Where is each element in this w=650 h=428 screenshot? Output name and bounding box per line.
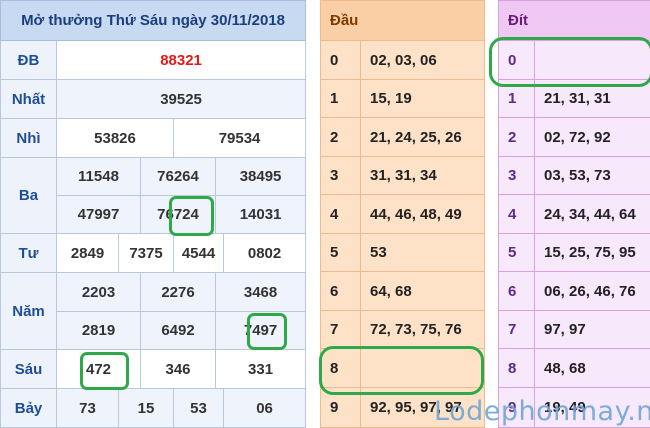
dau-values: 53 — [361, 234, 485, 272]
dau-key: 0 — [321, 41, 361, 80]
dit-values: 15, 25, 75, 95 — [535, 234, 650, 272]
dau-key: 6 — [321, 272, 361, 311]
prize-nam-value: 3468 — [216, 273, 306, 312]
prize-tu-value: 0802 — [224, 234, 306, 273]
prize-bay-value: 73 — [57, 389, 119, 428]
prize-label-ba: Ba — [1, 158, 57, 234]
dau-key: 3 — [321, 157, 361, 195]
dau-values — [361, 349, 485, 388]
prize-bay-value: 06 — [224, 389, 306, 428]
dit-values: 48, 68 — [535, 349, 650, 388]
prize-label-tu: Tư — [1, 234, 57, 273]
prize-ba-value: 47997 — [57, 196, 141, 234]
dit-header: Đít — [499, 1, 650, 41]
prize-nhi-value: 53826 — [57, 119, 174, 158]
dit-key: 2 — [499, 118, 535, 157]
dit-key: 1 — [499, 80, 535, 118]
dit-key: 0 — [499, 41, 535, 80]
dau-key: 4 — [321, 195, 361, 234]
prize-label-nam: Năm — [1, 273, 57, 350]
dau-values: 15, 19 — [361, 80, 485, 118]
prize-sau-value: 472 — [57, 350, 141, 389]
prize-db-value: 88321 — [57, 41, 306, 80]
prize-ba-value: 11548 — [57, 158, 141, 196]
dau-header: Đầu — [321, 1, 485, 41]
prize-nam-value: 2819 — [57, 312, 141, 350]
dau-values: 64, 68 — [361, 272, 485, 311]
watermark: Lodephonmay.net — [434, 396, 650, 427]
dit-values: 03, 53, 73 — [535, 157, 650, 195]
prize-nam-value: 2203 — [57, 273, 141, 312]
dit-key: 6 — [499, 272, 535, 311]
draw-title: Mở thưởng Thứ Sáu ngày 30/11/2018 — [1, 1, 306, 41]
dau-key: 1 — [321, 80, 361, 118]
dau-key: 5 — [321, 234, 361, 272]
prize-ba-value: 14031 — [216, 196, 306, 234]
dit-key: 5 — [499, 234, 535, 272]
prize-nhi-value: 79534 — [174, 119, 306, 158]
prize-ba-value: 76264 — [141, 158, 216, 196]
prize-label-nhat: Nhất — [1, 80, 57, 119]
dau-values: 44, 46, 48, 49 — [361, 195, 485, 234]
prize-label-db: ĐB — [1, 41, 57, 80]
dit-key: 7 — [499, 311, 535, 349]
dit-values: 24, 34, 44, 64 — [535, 195, 650, 234]
prize-tu-value: 7375 — [119, 234, 174, 273]
prize-tu-value: 2849 — [57, 234, 119, 273]
prize-sau-value: 331 — [216, 350, 306, 389]
dit-values: 21, 31, 31 — [535, 80, 650, 118]
dau-values: 21, 24, 25, 26 — [361, 118, 485, 157]
dau-values: 72, 73, 75, 76 — [361, 311, 485, 349]
results-table: Mở thưởng Thứ Sáu ngày 30/11/2018 ĐB 883… — [0, 0, 306, 428]
dau-key: 8 — [321, 349, 361, 388]
dau-key: 9 — [321, 388, 361, 428]
prize-label-sau: Sáu — [1, 350, 57, 389]
dau-values: 31, 31, 34 — [361, 157, 485, 195]
prize-sau-value: 346 — [141, 350, 216, 389]
prize-bay-value: 15 — [119, 389, 174, 428]
dit-key: 8 — [499, 349, 535, 388]
prize-label-nhi: Nhì — [1, 119, 57, 158]
dit-values: 97, 97 — [535, 311, 650, 349]
prize-label-bay: Bảy — [1, 389, 57, 428]
dit-values: 02, 72, 92 — [535, 118, 650, 157]
dit-values — [535, 41, 650, 80]
dit-key: 4 — [499, 195, 535, 234]
dau-key: 7 — [321, 311, 361, 349]
prize-nam-value: 6492 — [141, 312, 216, 350]
prize-ba-value: 76724 — [141, 196, 216, 234]
prize-nam-value: 2276 — [141, 273, 216, 312]
dit-values: 06, 26, 46, 76 — [535, 272, 650, 311]
prize-tu-value: 4544 — [174, 234, 224, 273]
prize-nhat-value: 39525 — [57, 80, 306, 119]
dau-table: Đầu 002, 03, 06 115, 19 221, 24, 25, 26 … — [320, 0, 485, 428]
prize-bay-value: 53 — [174, 389, 224, 428]
dit-table: Đít 0 121, 31, 31 202, 72, 92 303, 53, 7… — [498, 0, 650, 428]
dau-key: 2 — [321, 118, 361, 157]
dit-key: 3 — [499, 157, 535, 195]
prize-nam-value: 7497 — [216, 312, 306, 350]
prize-ba-value: 38495 — [216, 158, 306, 196]
dau-values: 02, 03, 06 — [361, 41, 485, 80]
